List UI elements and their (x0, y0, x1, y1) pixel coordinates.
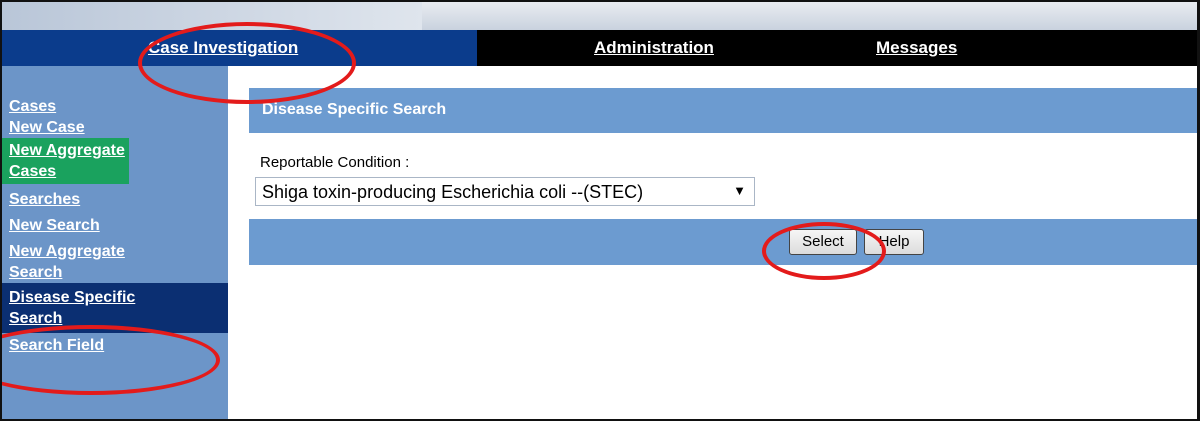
panel-title: Disease Specific Search (262, 101, 447, 118)
top-nav: Case Investigation Administration Messag… (2, 30, 1197, 66)
sidebar: Cases New Case New Aggregate Cases Searc… (2, 66, 228, 419)
sidebar-item-cases[interactable]: Cases (2, 96, 228, 117)
sidebar-item-new-search[interactable]: New Search (2, 215, 228, 236)
sidebar-item-new-aggregate-cases[interactable]: New Aggregate Cases (2, 138, 129, 184)
sidebar-item-new-case[interactable]: New Case (2, 117, 228, 138)
sidebar-item-disease-specific-search[interactable]: Disease Specific Search (2, 283, 228, 333)
select-button[interactable]: Select (789, 229, 857, 255)
nav-case-investigation[interactable]: Case Investigation (148, 38, 298, 58)
app-window: Case Investigation Administration Messag… (0, 0, 1200, 421)
chevron-down-icon[interactable]: ▼ (733, 183, 746, 198)
help-button[interactable]: Help (864, 229, 924, 255)
button-bar: Select Help (249, 219, 1197, 265)
sidebar-item-searches[interactable]: Searches (2, 189, 228, 210)
panel-header: Disease Specific Search (249, 88, 1197, 133)
nav-messages[interactable]: Messages (876, 38, 957, 58)
header-banner (2, 2, 1197, 30)
selected-condition: Shiga toxin-producing Escherichia coli -… (262, 182, 644, 202)
sidebar-item-new-aggregate-search[interactable]: New Aggregate Search (2, 241, 159, 283)
main-content: Disease Specific Search Reportable Condi… (228, 66, 1197, 419)
reportable-condition-label: Reportable Condition : (260, 154, 410, 171)
reportable-condition-select[interactable]: Shiga toxin-producing Escherichia coli -… (255, 177, 755, 206)
sidebar-item-search-field[interactable]: Search Field (2, 335, 228, 356)
nav-administration[interactable]: Administration (594, 38, 714, 58)
